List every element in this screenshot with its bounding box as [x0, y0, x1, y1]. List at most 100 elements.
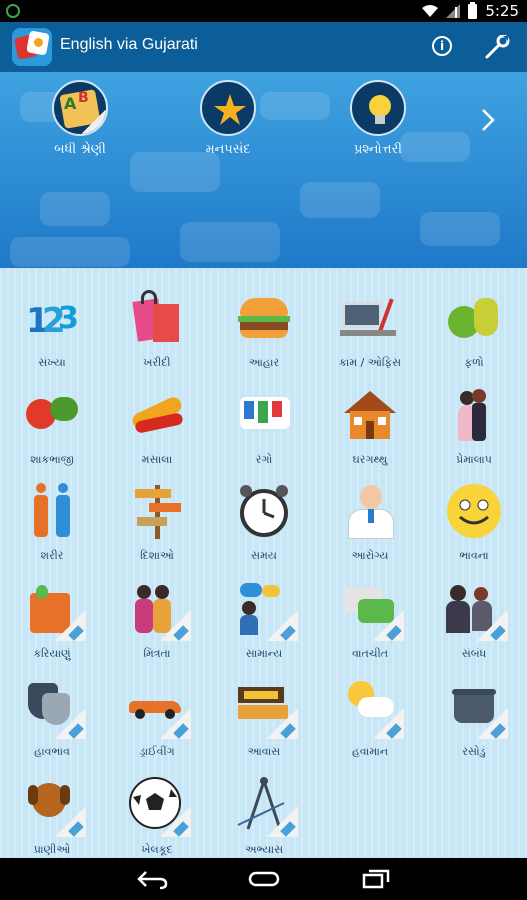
pepper-icon	[127, 385, 187, 445]
topic-weather[interactable]: હવામાન	[320, 677, 420, 759]
office-desk-icon	[340, 288, 400, 348]
topic-time-label: સમય	[251, 549, 277, 562]
topic-conversation-label: વાતચીત	[351, 647, 389, 660]
topic-conversation[interactable]: વાતચીત	[320, 579, 420, 661]
paint-icon	[234, 385, 294, 445]
svg-text:3: 3	[58, 301, 79, 336]
topic-animals-label: પ્રાણીઓ	[33, 843, 71, 856]
info-button[interactable]: i	[432, 36, 452, 56]
topic-study[interactable]: અભ્યાસ	[214, 775, 314, 857]
topic-time[interactable]: સમય	[214, 481, 314, 563]
compass-icon	[234, 775, 298, 837]
category-header: A B બધી શ્રેણી મનપસંદ પ્રશ્નોત્તરી	[0, 72, 527, 268]
topic-grid: 123 સંખ્યા ખરીદી આહાર કામ / ઓફિસ ફળો શાક…	[0, 268, 527, 858]
grocery-bag-icon	[22, 579, 86, 641]
topic-health[interactable]: આરોગ્ય	[320, 481, 420, 563]
settings-wrench-icon[interactable]	[485, 35, 511, 59]
status-bar: 5:25	[0, 0, 527, 22]
chat-person-icon	[234, 579, 298, 641]
topic-sports-label: ખેલકૂદ	[141, 843, 173, 856]
abc-book-icon: A B	[52, 80, 108, 136]
app-bar: English via Gujarati i	[0, 22, 527, 72]
topic-general[interactable]: સામાન્ય	[214, 579, 314, 661]
topic-shopping[interactable]: ખરીદી	[107, 288, 207, 370]
topic-gestures-label: હાવભાવ	[34, 745, 70, 758]
topic-gestures[interactable]: હાવભાવ	[2, 677, 102, 759]
topic-directions-label: દિશાઓ	[140, 549, 174, 562]
topic-numbers-label: સંખ્યા	[38, 356, 66, 369]
topic-body-label: શરીર	[40, 549, 64, 562]
topic-body[interactable]: શરીર	[2, 481, 102, 563]
app-logo-icon	[12, 28, 52, 66]
topic-vegetables-label: શાકભાજી	[30, 453, 74, 466]
chat-bubbles-icon	[340, 579, 404, 641]
bed-icon	[234, 677, 298, 739]
back-icon[interactable]	[136, 868, 168, 890]
alarm-clock-icon	[234, 481, 294, 541]
topic-emotions[interactable]: ભાવના	[424, 481, 524, 563]
notification-icon	[6, 4, 20, 18]
topic-food-label: આહાર	[248, 356, 280, 369]
recent-apps-icon[interactable]	[361, 868, 391, 890]
topic-general-label: સામાન્ય	[245, 647, 283, 660]
topic-work-office-label: કામ / ઓફિસ	[338, 356, 402, 369]
topic-accommodation[interactable]: આવાસ	[214, 677, 314, 759]
topic-spices[interactable]: મસાલા	[107, 385, 207, 467]
masks-icon	[22, 677, 86, 739]
topic-directions[interactable]: દિશાઓ	[107, 481, 207, 563]
friends-icon	[127, 579, 191, 641]
football-icon	[127, 775, 191, 837]
category-favorites-label: મનપસંદ	[205, 142, 251, 157]
category-quiz-label: પ્રશ્નોત્તરી	[353, 142, 403, 157]
home-icon[interactable]	[247, 868, 281, 890]
smiley-icon	[444, 481, 504, 541]
topic-work-office[interactable]: કામ / ઓફિસ	[320, 288, 420, 370]
topic-sports[interactable]: ખેલકૂદ	[107, 775, 207, 857]
topic-grocery-label: કરિયાણું	[33, 647, 71, 660]
car-icon	[127, 677, 191, 739]
family-icon	[444, 579, 508, 641]
status-time: 5:25	[485, 2, 519, 20]
topic-fruits-label: ફળો	[464, 356, 484, 369]
chevron-right-icon[interactable]	[480, 108, 496, 132]
topic-animals[interactable]: પ્રાણીઓ	[2, 775, 102, 857]
topic-numbers[interactable]: 123 સંખ્યા	[2, 288, 102, 370]
topic-grocery[interactable]: કરિયાણું	[2, 579, 102, 661]
house-icon	[340, 385, 400, 445]
topic-health-label: આરોગ્ય	[351, 549, 389, 562]
topic-romance[interactable]: પ્રેમાલાપ	[424, 385, 524, 467]
topic-relationship-label: સંબંધ	[461, 647, 487, 660]
topic-driving-label: ડ્રાઈવીંગ	[139, 745, 175, 758]
topic-spices-label: મસાલા	[141, 453, 173, 466]
star-icon	[200, 80, 256, 136]
topic-food[interactable]: આહાર	[214, 288, 314, 370]
topic-friendship[interactable]: મિત્રતા	[107, 579, 207, 661]
topic-romance-label: પ્રેમાલાપ	[456, 453, 492, 466]
category-all-label: બધી શ્રેણી	[54, 142, 106, 157]
category-all[interactable]: A B બધી શ્રેણી	[30, 80, 130, 157]
category-quiz[interactable]: પ્રશ્નોત્તરી	[328, 80, 428, 157]
topic-shopping-label: ખરીદી	[143, 356, 171, 369]
shopping-bags-icon	[127, 288, 187, 348]
topic-kitchen-label: રસોડું	[462, 745, 486, 758]
topic-household-label: ઘરગથ્થુ	[352, 453, 388, 466]
burger-icon	[234, 288, 294, 348]
topic-weather-label: હવામાન	[351, 745, 389, 758]
topic-friendship-label: મિત્રતા	[143, 647, 171, 660]
category-favorites[interactable]: મનપસંદ	[178, 80, 278, 157]
topic-study-label: અભ્યાસ	[244, 843, 284, 856]
wifi-icon	[422, 5, 439, 17]
app-title: English via Gujarati	[60, 36, 198, 53]
fruits-icon	[444, 288, 504, 348]
topic-colors[interactable]: રંગો	[214, 385, 314, 467]
dog-icon	[22, 775, 86, 837]
topic-fruits[interactable]: ફળો	[424, 288, 524, 370]
topic-household[interactable]: ઘરગથ્થુ	[320, 385, 420, 467]
body-icon	[22, 481, 82, 541]
topic-colors-label: રંગો	[255, 453, 273, 466]
topic-relationship[interactable]: સંબંધ	[424, 579, 524, 661]
cooking-pot-icon	[444, 677, 508, 739]
topic-kitchen[interactable]: રસોડું	[424, 677, 524, 759]
topic-driving[interactable]: ડ્રાઈવીંગ	[107, 677, 207, 759]
topic-vegetables[interactable]: શાકભાજી	[2, 385, 102, 467]
